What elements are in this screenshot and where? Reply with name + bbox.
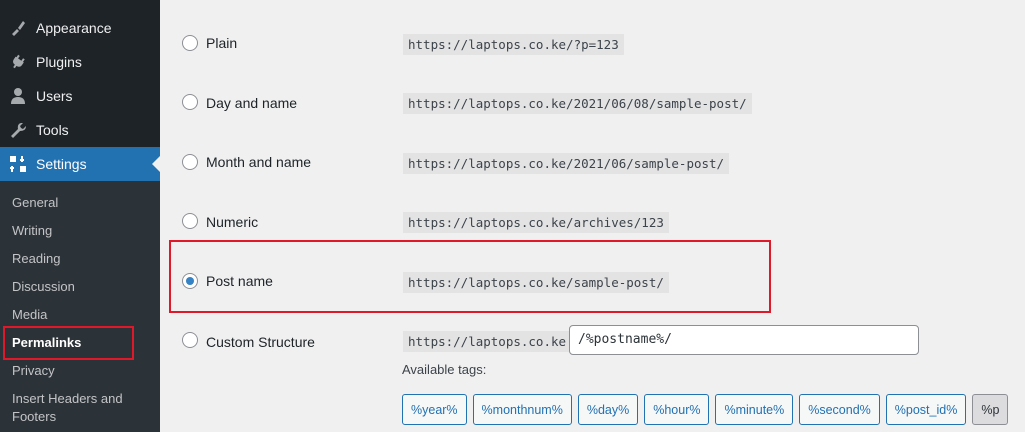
tag-button-year[interactable]: %year% [402,394,467,425]
option-day-and-name: Day and name https://laptops.co.ke/2021/… [160,88,1025,118]
submenu-media[interactable]: Media [12,306,152,324]
menu-label: Tools [36,122,69,138]
option-label: Numeric [206,214,259,230]
option-numeric: Numeric https://laptops.co.ke/archives/1… [160,207,1025,237]
settings-icon [9,155,27,173]
option-label: Plain [206,35,238,51]
permalink-settings: Plain https://laptops.co.ke/?p=123 Day a… [160,0,1025,432]
menu-label: Appearance [36,20,112,36]
available-tags: %year% %monthnum% %day% %hour% %minute% … [402,394,1009,425]
option-label: Month and name [206,154,312,170]
submenu-discussion[interactable]: Discussion [12,278,152,296]
menu-settings[interactable]: Settings [0,147,160,181]
menu-users[interactable]: Users [0,79,160,113]
plug-icon [9,53,27,71]
custom-structure-input[interactable]: /%postname%/ [569,325,919,355]
option-plain: Plain https://laptops.co.ke/?p=123 [160,28,1025,58]
example-url: https://laptops.co.ke/?p=123 [403,34,624,55]
example-url: https://laptops.co.ke/2021/06/sample-pos… [403,153,730,174]
menu-label: Plugins [36,54,82,70]
radio-plain[interactable] [182,35,198,51]
radio-month-and-name[interactable] [182,154,198,170]
tag-button-post-id[interactable]: %post_id% [885,394,967,425]
highlight-box-permalinks [3,326,134,360]
option-label: Custom Structure [206,334,315,350]
wrench-icon [9,121,27,139]
user-icon [9,87,27,105]
paintbrush-icon [9,19,27,37]
menu-tools[interactable]: Tools [0,113,160,147]
radio-numeric[interactable] [182,213,198,229]
example-url: https://laptops.co.ke/2021/06/08/sample-… [403,93,752,114]
tag-button-second[interactable]: %second% [799,394,880,425]
submenu-reading[interactable]: Reading [12,250,152,268]
tag-button-partial[interactable]: %p [972,394,1009,425]
submenu-privacy[interactable]: Privacy [12,362,152,380]
menu-label: Settings [36,156,87,172]
available-tags-label: Available tags: [402,362,487,377]
tag-button-minute[interactable]: %minute% [715,394,794,425]
menu-label: Users [36,88,73,104]
submenu-insert-headers-footers[interactable]: Insert Headers and Footers [12,390,152,426]
highlight-box-post-name [169,240,771,313]
option-label: Day and name [206,95,298,111]
menu-plugins[interactable]: Plugins [0,45,160,79]
menu-appearance[interactable]: Appearance [0,11,160,45]
tag-button-hour[interactable]: %hour% [644,394,710,425]
submenu-writing[interactable]: Writing [12,222,152,240]
radio-day-and-name[interactable] [182,94,198,110]
radio-custom-structure[interactable] [182,332,198,348]
option-month-and-name: Month and name https://laptops.co.ke/202… [160,147,1025,177]
example-url: https://laptops.co.ke/archives/123 [403,212,669,233]
tag-button-day[interactable]: %day% [577,394,639,425]
admin-sidebar: Appearance Plugins Users Tools Settings … [0,0,160,432]
tag-button-monthnum[interactable]: %monthnum% [472,394,572,425]
submenu-general[interactable]: General [12,194,152,212]
base-url: https://laptops.co.ke [403,331,572,352]
